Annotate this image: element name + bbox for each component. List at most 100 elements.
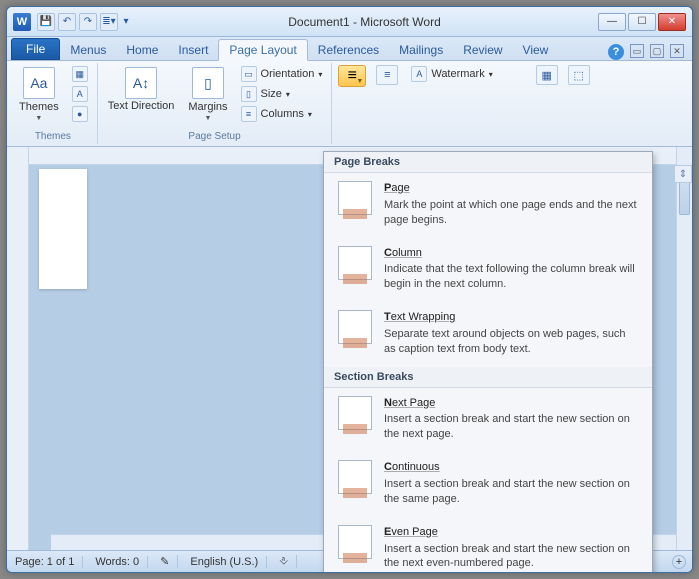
help-icon[interactable]: ? (608, 44, 624, 60)
continuous-break-icon (338, 460, 372, 494)
ribbon-minimize-icon[interactable]: ▭ (630, 44, 644, 58)
text-direction-icon: A↕ (125, 67, 157, 99)
group-themes: Aa Themes ▼ ▦ A ● Themes (9, 63, 98, 144)
theme-colors-button[interactable]: ▦ (69, 65, 91, 83)
orientation-button[interactable]: ▭Orientation▾ (238, 65, 326, 83)
watermark-label: Watermark (431, 68, 484, 80)
gallery-title: Continuous (384, 460, 640, 475)
effects-icon: ● (72, 106, 88, 122)
colors-icon: ▦ (72, 66, 88, 82)
tab-menus[interactable]: Menus (60, 40, 116, 60)
column-break-icon (338, 246, 372, 280)
page-color-button[interactable]: ▦ (536, 65, 558, 85)
qat-customize-icon[interactable]: ▾ (121, 13, 131, 31)
titlebar: W 💾 ↶ ↷ ≣▾ ▾ Document1 - Microsoft Word … (7, 7, 692, 37)
maximize-button[interactable]: ☐ (628, 13, 656, 31)
gallery-desc: Mark the point at which one page ends an… (384, 199, 637, 226)
themes-icon: Aa (23, 67, 55, 99)
breaks-split-button[interactable]: ≡ ▼ (338, 65, 366, 87)
size-button[interactable]: ▯Size▾ (238, 85, 326, 103)
columns-icon: ≡ (241, 106, 257, 122)
text-direction-button[interactable]: A↕ Text Direction (104, 65, 179, 114)
tab-mailings[interactable]: Mailings (389, 40, 453, 60)
margins-label: Margins (188, 101, 227, 113)
vertical-ruler[interactable] (7, 147, 29, 550)
window-title: Document1 - Microsoft Word (131, 15, 598, 29)
gallery-item-page[interactable]: Page Mark the point at which one page end… (324, 173, 652, 238)
status-proofing[interactable]: ✎ (158, 555, 178, 568)
fonts-icon: A (72, 86, 88, 102)
gallery-title: Even Page (384, 525, 640, 540)
section-breaks-header: Section Breaks (324, 367, 652, 388)
orientation-icon: ▭ (241, 66, 257, 82)
gallery-desc: Insert a section break and start the new… (384, 413, 630, 440)
tab-insert[interactable]: Insert (168, 40, 218, 60)
size-icon: ▯ (241, 86, 257, 102)
themes-label: Themes (19, 101, 59, 113)
watermark-button[interactable]: AWatermark▾ (408, 65, 495, 83)
save-icon[interactable]: 💾 (37, 13, 55, 31)
gallery-desc: Insert a section break and start the new… (384, 543, 630, 570)
text-wrapping-break-icon (338, 310, 372, 344)
gallery-title: Column (384, 246, 640, 261)
gallery-title: Page (384, 181, 640, 196)
gallery-item-next-page[interactable]: Next Page Insert a section break and star… (324, 388, 652, 453)
ruler-toggle-icon[interactable]: ⇕ (674, 165, 692, 183)
next-page-break-icon (338, 396, 372, 430)
redo-icon[interactable]: ↷ (79, 13, 97, 31)
insert-icon: ⎀ (279, 555, 288, 568)
themes-button[interactable]: Aa Themes ▼ (15, 65, 63, 124)
undo-icon[interactable]: ↶ (58, 13, 76, 31)
minimize-button[interactable]: — (598, 13, 626, 31)
group-breaks: ≡ ▼ ≡ AWatermark▾ ▦ ⬚ (332, 63, 595, 144)
columns-label: Columns (261, 108, 304, 120)
gallery-item-text-wrapping[interactable]: Text WrappingSeparate text around object… (324, 302, 652, 367)
tab-home[interactable]: Home (116, 40, 168, 60)
status-page[interactable]: Page: 1 of 1 (13, 556, 83, 568)
word-app-icon: W (13, 13, 31, 31)
line-numbers-icon: ≡ (384, 69, 390, 81)
line-numbers-button[interactable]: ≡ (376, 65, 398, 85)
margins-button[interactable]: ▯ Margins ▼ (184, 65, 231, 124)
close-button[interactable]: ✕ (658, 13, 686, 31)
tab-references[interactable]: References (308, 40, 389, 60)
quick-access-toolbar: 💾 ↶ ↷ ≣▾ ▾ (37, 13, 131, 31)
tab-page-layout[interactable]: Page Layout (218, 39, 307, 61)
proofing-icon: ✎ (160, 555, 169, 568)
gallery-item-continuous[interactable]: ContinuousInsert a section break and sta… (324, 452, 652, 517)
tab-review[interactable]: Review (453, 40, 512, 60)
ribbon: Aa Themes ▼ ▦ A ● Themes A↕ Text Directi… (7, 61, 692, 147)
gallery-item-even-page[interactable]: Even Page Insert a section break and star… (324, 517, 652, 573)
columns-button[interactable]: ≡Columns▾ (238, 105, 326, 123)
doc-restore-icon[interactable]: ▢ (650, 44, 664, 58)
even-page-break-icon (338, 525, 372, 559)
gallery-desc: Separate text around objects on web page… (384, 328, 626, 355)
chevron-down-icon: ▼ (356, 78, 363, 85)
ribbon-help-area: ? ▭ ▢ ✕ (608, 44, 688, 60)
gallery-item-column[interactable]: ColumnIndicate that the text following t… (324, 238, 652, 303)
watermark-icon: A (411, 66, 427, 82)
page-breaks-header: Page Breaks (324, 152, 652, 173)
doc-close-icon[interactable]: ✕ (670, 44, 684, 58)
zoom-in-button[interactable]: + (672, 555, 686, 569)
file-tab[interactable]: File (11, 38, 60, 60)
document-page[interactable] (39, 169, 87, 289)
list-icon[interactable]: ≣▾ (100, 13, 118, 31)
theme-fonts-button[interactable]: A (69, 85, 91, 103)
orientation-label: Orientation (261, 68, 315, 80)
tab-view[interactable]: View (513, 40, 559, 60)
app-window: W 💾 ↶ ↷ ≣▾ ▾ Document1 - Microsoft Word … (6, 6, 693, 573)
vertical-scrollbar[interactable] (676, 147, 692, 550)
status-language[interactable]: English (U.S.) (188, 556, 267, 568)
page-borders-button[interactable]: ⬚ (568, 65, 590, 85)
margins-icon: ▯ (192, 67, 224, 99)
gallery-title: Next Page (384, 396, 640, 411)
text-direction-label: Text Direction (108, 101, 175, 112)
breaks-gallery: Page Breaks Page Mark the point at which … (323, 151, 653, 573)
status-insert-mode[interactable]: ⎀ (277, 555, 297, 568)
theme-effects-button[interactable]: ● (69, 105, 91, 123)
ribbon-tabs: File Menus Home Insert Page Layout Refer… (7, 37, 692, 61)
chevron-down-icon: ▼ (204, 115, 211, 122)
group-label-themes: Themes (15, 129, 91, 142)
status-words[interactable]: Words: 0 (93, 556, 148, 568)
